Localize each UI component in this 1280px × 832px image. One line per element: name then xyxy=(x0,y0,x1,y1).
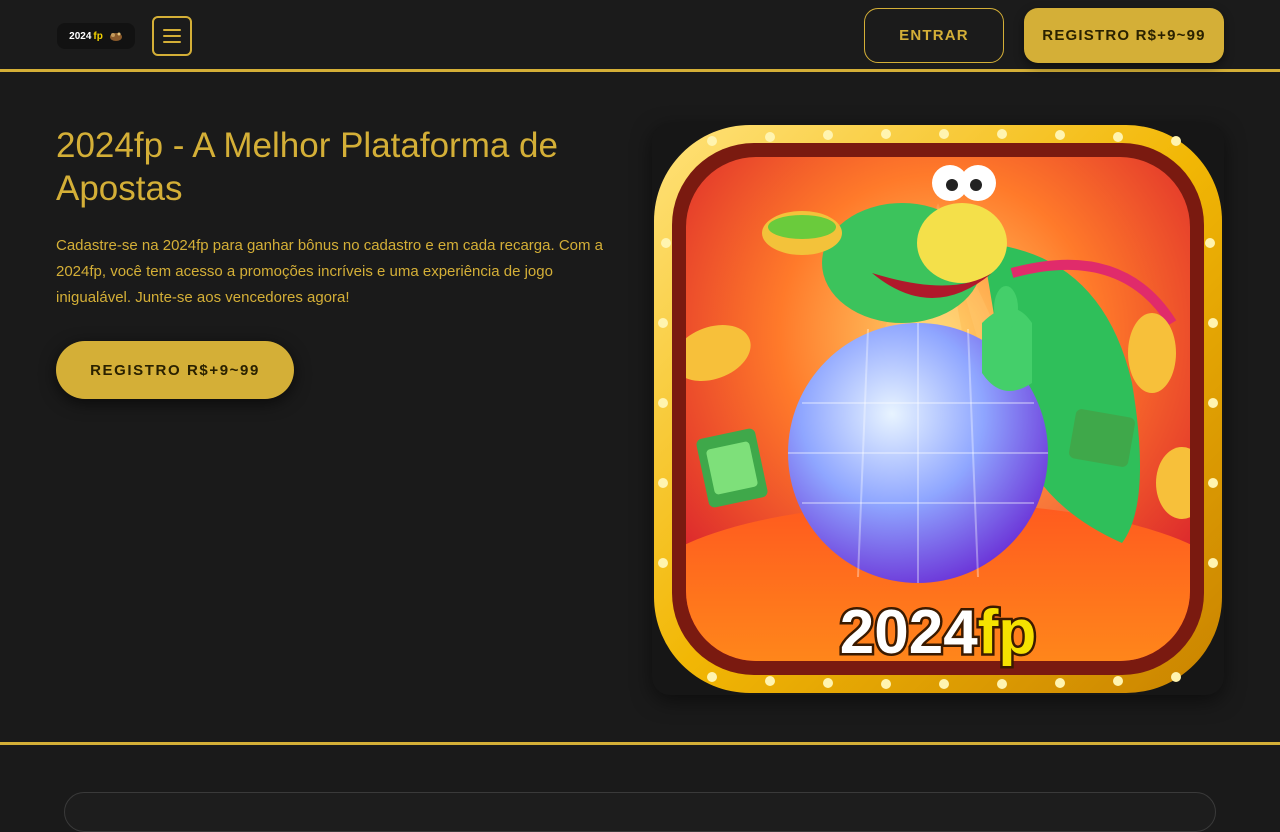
hero-title: 2024fp - A Melhor Plataforma de Apostas xyxy=(56,126,558,208)
dragon-game-illustration: 2024fp xyxy=(654,125,1222,693)
site-header: 2024 fp ENTRAR REGISTRO R$+9~99 xyxy=(0,0,1280,72)
menu-bar xyxy=(163,35,181,37)
section-divider xyxy=(0,742,1280,745)
register-button[interactable]: REGISTRO R$+9~99 xyxy=(1024,8,1224,63)
logo-accent: fp xyxy=(93,30,103,42)
image-brand-text: 2024fp xyxy=(840,598,1036,667)
logo-mascot-icon xyxy=(109,32,122,41)
content-card xyxy=(64,792,1216,832)
hero-description: Cadastre-se na 2024fp para ganhar bônus … xyxy=(56,237,604,306)
hero-game-image: 2024fp xyxy=(652,123,1224,695)
site-logo[interactable]: 2024 fp xyxy=(57,23,135,49)
login-button[interactable]: ENTRAR xyxy=(864,8,1004,63)
hero-register-button[interactable]: REGISTRO R$+9~99 xyxy=(56,341,294,399)
menu-bar xyxy=(163,29,181,31)
menu-bar xyxy=(163,41,181,43)
logo-text: 2024 xyxy=(69,30,92,42)
hamburger-menu-button[interactable] xyxy=(152,16,192,56)
